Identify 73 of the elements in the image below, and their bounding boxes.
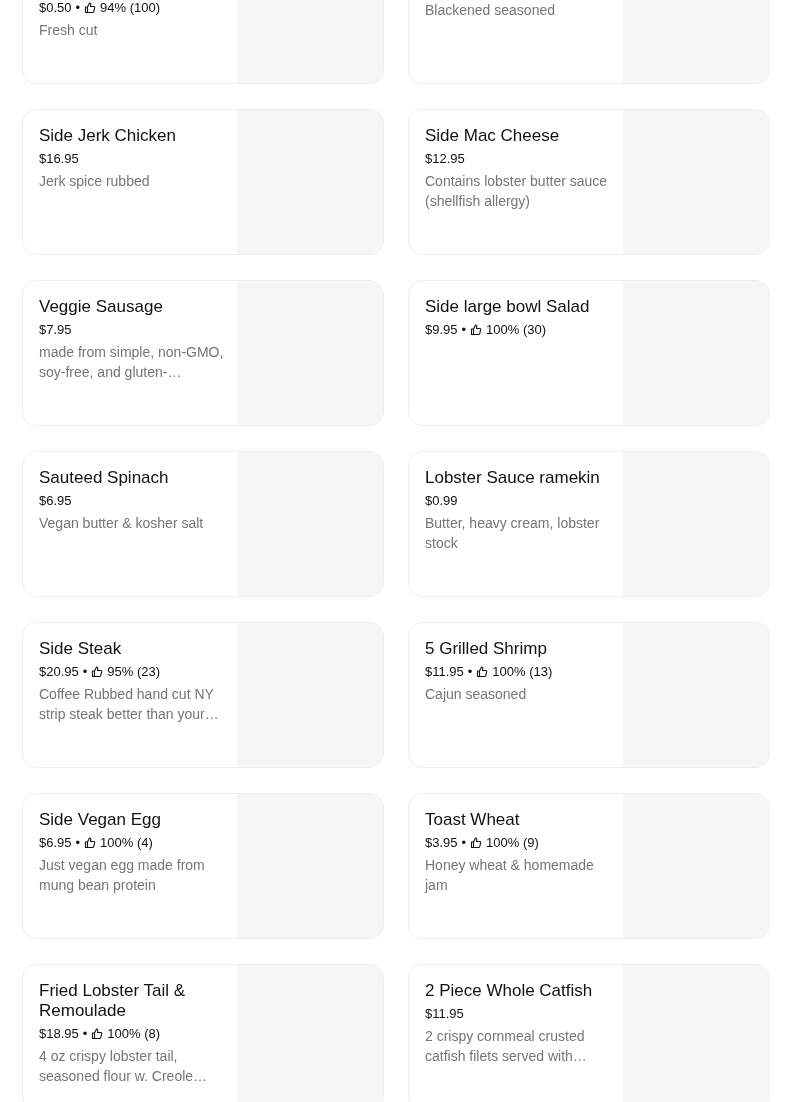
item-rating: 100% (4) xyxy=(100,835,153,851)
item-description: made from simple, non-GMO, soy-free, and gluten-… xyxy=(39,343,225,382)
item-description: Butter, heavy cream, lobster stock xyxy=(425,514,601,553)
item-price: $18.95 xyxy=(39,1026,79,1042)
item-rating: 100% (30) xyxy=(486,322,547,338)
item-price: $11.95 xyxy=(425,664,464,680)
separator: • xyxy=(461,322,467,338)
menu-item-card[interactable]: Side Vegan Egg $6.95 • 100% (4) Just vegan egg made from mung bean protein xyxy=(22,793,384,939)
item-description: Vegan butter & kosher salt xyxy=(39,514,204,533)
separator: • xyxy=(75,835,81,851)
menu-item-card[interactable]: Blackened seasoned xyxy=(408,0,770,84)
item-price: $9.95 xyxy=(425,322,458,338)
separator: • xyxy=(82,664,88,680)
item-rating: 100% (8) xyxy=(107,1026,161,1042)
item-description: Just vegan egg made from mung bean protein xyxy=(39,856,206,895)
menu-item-card[interactable]: Sauteed Spinach $6.95 Vegan butter & kosher salt xyxy=(22,451,384,597)
item-title: Veggie Sausage xyxy=(39,297,163,317)
thumbs-up-icon xyxy=(84,2,97,14)
item-title: Side Vegan Egg xyxy=(39,810,161,830)
menu-item-card[interactable]: 2 Piece Whole Catfish $11.95 2 crispy cornmeal crusted catfish filets served with… xyxy=(408,964,770,1102)
menu-item-card[interactable]: Toast Wheat $3.95 • 100% (9) Honey wheat & homemade jam xyxy=(408,793,770,939)
menu-item-card[interactable]: Veggie Sausage $7.95 made from simple, non-GMO, soy-free, and gluten-… xyxy=(22,280,384,426)
separator: • xyxy=(82,1026,88,1042)
menu-item-card[interactable]: 5 Grilled Shrimp $11.95 • 100% (13) Cajun seasoned xyxy=(408,622,770,768)
thumbs-up-icon xyxy=(91,666,104,678)
separator: • xyxy=(75,0,81,16)
item-description: Honey wheat & homemade jam xyxy=(425,856,595,895)
item-title: Side Mac Cheese xyxy=(425,126,560,146)
menu-item-card[interactable]: Fried Lobster Tail & Remoulade $18.95 • 100% (8) 4 oz crispy lobster tail, seasoned flour w. Creole… xyxy=(22,964,384,1102)
item-price: $16.95 xyxy=(39,151,79,167)
menu-item-card[interactable]: $0.50 • 94% (100) Fresh cut xyxy=(22,0,384,84)
item-description: Coffee Rubbed hand cut NY strip steak better than your… xyxy=(39,685,220,724)
separator: • xyxy=(467,664,473,680)
item-description: Cajun seasoned xyxy=(425,685,527,704)
item-title: Side Steak xyxy=(39,639,122,659)
item-description: 2 crispy cornmeal crusted catfish filets served with… xyxy=(425,1027,588,1066)
menu-item-card[interactable]: Side Steak $20.95 • 95% (23) Coffee Rubbed hand cut NY strip steak better than your… xyxy=(22,622,384,768)
item-price: $11.95 xyxy=(425,1006,464,1022)
thumbs-up-icon xyxy=(91,1028,104,1040)
item-title: Toast Wheat xyxy=(425,810,520,830)
item-title: Sauteed Spinach xyxy=(39,468,169,488)
item-price: $6.95 xyxy=(39,835,72,851)
item-description: 4 oz crispy lobster tail, seasoned flour w. Creole… xyxy=(39,1047,209,1086)
item-title: 5 Grilled Shrimp xyxy=(425,639,547,659)
item-price: $12.95 xyxy=(425,151,465,167)
item-price: $20.95 xyxy=(39,664,79,680)
thumbs-up-icon xyxy=(470,324,483,336)
item-description: Fresh cut xyxy=(39,21,98,40)
item-title: Side Jerk Chicken xyxy=(39,126,176,146)
item-title: 2 Piece Whole Catfish xyxy=(425,981,593,1001)
item-price: $6.95 xyxy=(39,493,72,509)
item-title: Lobster Sauce ramekin xyxy=(425,468,600,488)
item-rating: 94% (100) xyxy=(100,0,161,16)
thumbs-up-icon xyxy=(476,666,489,678)
item-rating: 95% (23) xyxy=(107,664,161,680)
thumbs-up-icon xyxy=(84,837,97,849)
menu-item-card[interactable]: Side Mac Cheese $12.95 Contains lobster butter sauce (shellfish allergy) xyxy=(408,109,770,255)
item-title: Fried Lobster Tail & Remoulade xyxy=(39,981,187,1021)
item-price: $7.95 xyxy=(39,322,72,338)
item-description: Blackened seasoned xyxy=(425,1,555,20)
item-rating: 100% (9) xyxy=(486,835,539,851)
menu-item-card[interactable]: Side Jerk Chicken $16.95 Jerk spice rubbed xyxy=(22,109,384,255)
item-price: $0.50 xyxy=(39,0,72,16)
item-rating: 100% (13) xyxy=(492,664,553,680)
menu-item-card[interactable]: Lobster Sauce ramekin $0.99 Butter, heavy cream, lobster stock xyxy=(408,451,770,597)
item-price: $3.95 xyxy=(425,835,458,851)
menu-item-card[interactable]: Side large bowl Salad $9.95 • 100% (30) xyxy=(408,280,770,426)
separator: • xyxy=(461,835,467,851)
thumbs-up-icon xyxy=(470,837,483,849)
item-title: Side large bowl Salad xyxy=(425,297,590,317)
item-description: Contains lobster butter sauce (shellfish allergy) xyxy=(425,172,609,211)
item-price: $0.99 xyxy=(425,493,458,509)
item-description: Jerk spice rubbed xyxy=(39,172,150,191)
